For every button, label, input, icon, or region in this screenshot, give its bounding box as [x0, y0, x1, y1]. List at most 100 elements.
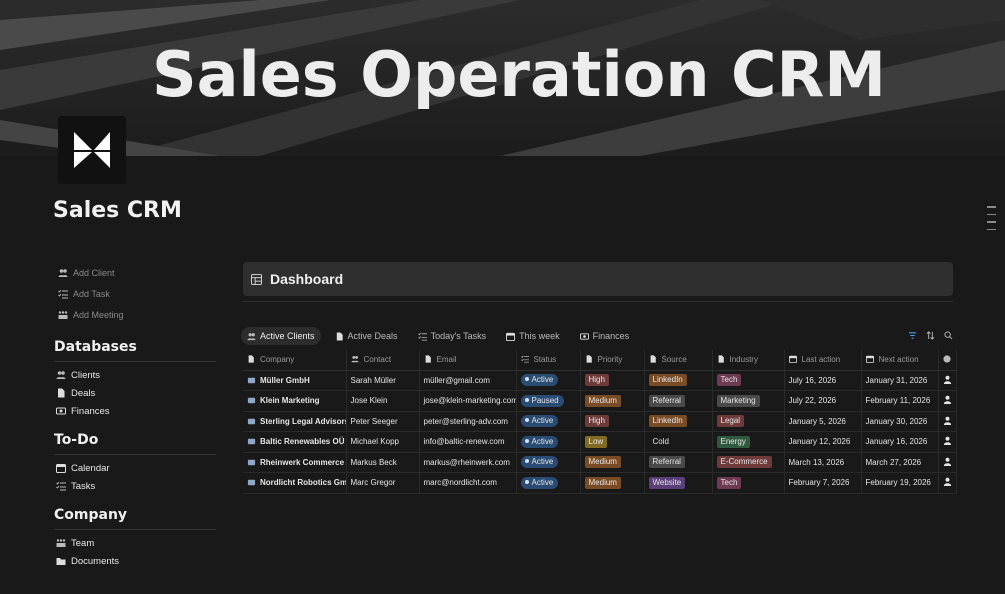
cell-next[interactable]: January 31, 2026	[861, 370, 939, 391]
column-header-last-action[interactable]: Last action	[784, 350, 862, 371]
cell-company[interactable]: Sterling Legal Advisors	[243, 411, 347, 432]
sidebar-item-finances[interactable]: Finances	[54, 402, 216, 420]
cell-person[interactable]	[938, 431, 957, 453]
cell-source[interactable]: Website	[644, 472, 713, 494]
cell-last[interactable]: January 5, 2026	[784, 411, 862, 432]
cell-next[interactable]: January 30, 2026	[861, 411, 939, 432]
column-header-email[interactable]: Email	[419, 350, 517, 371]
column-header-contact[interactable]: Contact	[346, 350, 420, 371]
cell-last[interactable]: July 16, 2026	[784, 370, 862, 391]
table-row[interactable]: Nordlicht Robotics GmbH Marc Gregor marc@n…	[243, 472, 957, 494]
cell-company[interactable]: Müller GmbH	[243, 370, 347, 391]
cell-status[interactable]: Active	[516, 431, 581, 453]
cell-last[interactable]: July 22, 2026	[784, 390, 862, 412]
cell-email[interactable]: peter@sterling-adv.com	[419, 411, 517, 432]
cell-contact[interactable]: Jose Klein	[346, 390, 420, 412]
cell-contact[interactable]: Marc Gregor	[346, 472, 420, 494]
column-header-status[interactable]: Status	[516, 350, 581, 371]
sidebar-item-documents[interactable]: Documents	[54, 552, 216, 570]
sidebar-item-team[interactable]: Team	[54, 534, 216, 552]
cell-status[interactable]: Active	[516, 370, 581, 391]
cell-person[interactable]	[938, 390, 957, 412]
cell-email[interactable]: marc@nordlicht.com	[419, 472, 517, 494]
table-row[interactable]: Müller GmbH Sarah Müller müller@gmail.com A…	[243, 370, 957, 391]
cell-priority[interactable]: Medium	[580, 390, 645, 412]
cell-email[interactable]: jose@klein-marketing.com	[419, 390, 517, 412]
quick-action-add-task[interactable]: Add Task	[54, 283, 216, 304]
tab-active-deals[interactable]: Active Deals	[329, 327, 404, 345]
cell-contact[interactable]: Markus Beck	[346, 452, 420, 473]
outline-markers[interactable]	[987, 206, 996, 236]
cell-company[interactable]: Baltic Renewables OÜ	[243, 431, 347, 453]
cell-contact[interactable]: Peter Seeger	[346, 411, 420, 432]
dashboard-title: Dashboard	[270, 271, 344, 287]
cell-next[interactable]: February 19, 2026	[861, 472, 939, 494]
cell-email[interactable]: markus@rheinwerk.com	[419, 452, 517, 473]
industry-tag: Tech	[716, 476, 742, 489]
cell-source[interactable]: Referral	[644, 390, 713, 412]
cell-company[interactable]: Klein Marketing	[243, 390, 347, 412]
cell-next[interactable]: March 27, 2026	[861, 452, 939, 473]
cell-industry[interactable]: Tech	[712, 370, 785, 391]
cell-source[interactable]: LinkedIn	[644, 411, 713, 432]
cell-industry[interactable]: Energy	[712, 431, 785, 453]
tab-this-week[interactable]: This week	[500, 327, 566, 345]
tab-today-s-tasks[interactable]: Today's Tasks	[412, 327, 493, 345]
cell-person[interactable]	[938, 370, 957, 391]
quick-action-add-client[interactable]: Add Client	[54, 262, 216, 283]
search-icon[interactable]	[944, 331, 953, 340]
cell-contact[interactable]: Michael Kopp	[346, 431, 420, 453]
filter-icon[interactable]	[908, 331, 917, 340]
cell-source[interactable]: Cold	[644, 431, 713, 453]
cell-industry[interactable]: Tech	[712, 472, 785, 494]
column-header-company[interactable]: Company	[243, 350, 347, 371]
cell-last[interactable]: January 12, 2026	[784, 431, 862, 453]
cell-industry[interactable]: Legal	[712, 411, 785, 432]
cell-company[interactable]: Nordlicht Robotics GmbH	[243, 472, 347, 494]
cell-priority[interactable]: Medium	[580, 452, 645, 473]
cell-industry[interactable]: Marketing	[712, 390, 785, 412]
cell-person[interactable]	[938, 452, 957, 473]
sort-icon[interactable]	[926, 331, 935, 340]
cell-source[interactable]: LinkedIn	[644, 370, 713, 391]
tab-active-clients[interactable]: Active Clients	[241, 327, 321, 345]
cell-next[interactable]: February 11, 2026	[861, 390, 939, 412]
tab-finances[interactable]: Finances	[574, 327, 636, 345]
cell-person[interactable]	[938, 472, 957, 494]
cell-source[interactable]: Referral	[644, 452, 713, 473]
status-tag-label: Paused	[531, 395, 559, 405]
cell-person[interactable]	[938, 411, 957, 432]
cell-email[interactable]: info@baltic-renew.com	[419, 431, 517, 453]
cell-priority[interactable]: High	[580, 370, 645, 391]
table-row[interactable]: Sterling Legal Advisors Peter Seeger peter…	[243, 411, 957, 432]
cell-status[interactable]: Active	[516, 472, 581, 494]
cell-next[interactable]: January 16, 2026	[861, 431, 939, 453]
cell-priority[interactable]: Medium	[580, 472, 645, 494]
table-row[interactable]: Baltic Renewables OÜ Michael Kopp info@bal…	[243, 431, 957, 453]
cell-company[interactable]: Rheinwerk Commerce GmbH	[243, 452, 347, 473]
cell-last[interactable]: March 13, 2026	[784, 452, 862, 473]
cell-priority[interactable]: Low	[580, 431, 645, 453]
cell-email[interactable]: müller@gmail.com	[419, 370, 517, 391]
dashboard-header[interactable]: Dashboard	[243, 262, 953, 296]
cell-contact[interactable]: Sarah Müller	[346, 370, 420, 391]
cell-industry[interactable]: E-Commerce	[712, 452, 785, 473]
sidebar-item-deals[interactable]: Deals	[54, 384, 216, 402]
cell-status[interactable]: Active	[516, 452, 581, 473]
sidebar-item-calendar[interactable]: Calendar	[54, 459, 216, 477]
table-row[interactable]: Rheinwerk Commerce GmbH Markus Beck markus…	[243, 452, 957, 473]
cell-priority[interactable]: High	[580, 411, 645, 432]
table-row[interactable]: Klein Marketing Jose Klein jose@klein-mark…	[243, 390, 957, 412]
sidebar-item-tasks[interactable]: Tasks	[54, 477, 216, 495]
cell-status[interactable]: Paused	[516, 390, 581, 412]
sidebar-item-clients[interactable]: Clients	[54, 366, 216, 384]
quick-action-add-meeting[interactable]: Add Meeting	[54, 304, 216, 325]
column-header-priority[interactable]: Priority	[580, 350, 645, 371]
column-header-source[interactable]: Source	[644, 350, 713, 371]
company-name: Klein Marketing	[260, 396, 320, 406]
column-header-next-action[interactable]: Next action	[861, 350, 939, 371]
column-header-person[interactable]	[938, 350, 957, 371]
cell-status[interactable]: Active	[516, 411, 581, 432]
column-header-industry[interactable]: Industry	[712, 350, 785, 371]
cell-last[interactable]: February 7, 2026	[784, 472, 862, 494]
